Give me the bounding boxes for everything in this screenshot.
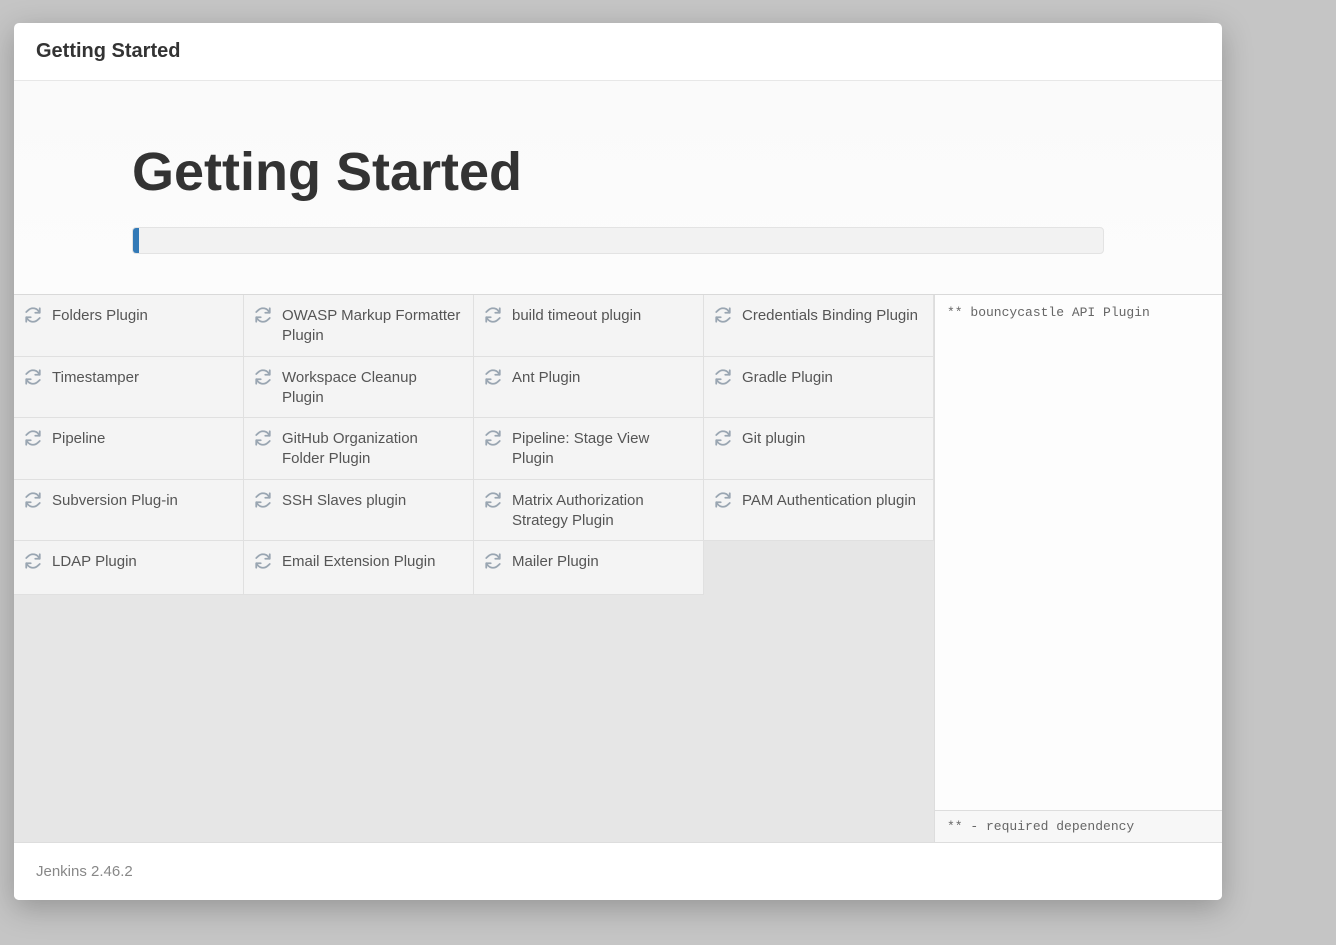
refresh-icon: [714, 368, 732, 386]
refresh-icon: [484, 552, 502, 570]
plugin-grid: Folders Plugin OWASP Markup Formatter Plu…: [14, 295, 934, 842]
install-log-footer: ** - required dependency: [935, 810, 1222, 842]
refresh-icon: [484, 491, 502, 509]
plugin-name: PAM Authentication plugin: [742, 489, 916, 511]
refresh-icon: [714, 491, 732, 509]
refresh-icon: [254, 306, 272, 324]
plugin-name: Matrix Authorization Strategy Plugin: [512, 489, 691, 532]
refresh-icon: [254, 429, 272, 447]
modal-title: Getting Started: [36, 40, 1200, 63]
body-area: Folders Plugin OWASP Markup Formatter Plu…: [14, 295, 1222, 843]
plugin-name: build timeout plugin: [512, 304, 641, 326]
refresh-icon: [714, 429, 732, 447]
plugin-name: Gradle Plugin: [742, 366, 833, 388]
plugin-cell: PAM Authentication plugin: [704, 480, 934, 542]
plugin-cell: SSH Slaves plugin: [244, 480, 474, 542]
refresh-icon: [24, 368, 42, 386]
refresh-icon: [24, 552, 42, 570]
modal-footer: Jenkins 2.46.2: [14, 843, 1222, 900]
plugin-name: OWASP Markup Formatter Plugin: [282, 304, 461, 347]
plugin-name: GitHub Organization Folder Plugin: [282, 427, 461, 470]
plugin-name: LDAP Plugin: [52, 550, 137, 572]
plugin-cell: Pipeline: [14, 418, 244, 480]
plugin-name: Pipeline: [52, 427, 105, 449]
plugin-cell: Git plugin: [704, 418, 934, 480]
refresh-icon: [24, 491, 42, 509]
plugin-cell: Timestamper: [14, 357, 244, 419]
plugin-cell: Folders Plugin: [14, 295, 244, 357]
refresh-icon: [24, 429, 42, 447]
plugin-cell: Matrix Authorization Strategy Plugin: [474, 480, 704, 542]
plugin-name: Workspace Cleanup Plugin: [282, 366, 461, 409]
hero-section: Getting Started: [14, 81, 1222, 295]
plugin-cell: Gradle Plugin: [704, 357, 934, 419]
plugin-name: SSH Slaves plugin: [282, 489, 406, 511]
plugin-cell: Ant Plugin: [474, 357, 704, 419]
install-progress-fill: [133, 228, 139, 253]
plugin-name: Subversion Plug-in: [52, 489, 178, 511]
refresh-icon: [254, 491, 272, 509]
modal-header: Getting Started: [14, 23, 1222, 81]
setup-wizard-modal: Getting Started Getting Started Folders …: [14, 23, 1222, 900]
refresh-icon: [484, 368, 502, 386]
refresh-icon: [484, 306, 502, 324]
plugin-name: Timestamper: [52, 366, 139, 388]
plugin-cell: LDAP Plugin: [14, 541, 244, 595]
plugin-cell: Mailer Plugin: [474, 541, 704, 595]
install-log-panel: ** bouncycastle API Plugin ** - required…: [934, 295, 1222, 842]
plugin-name: Pipeline: Stage View Plugin: [512, 427, 691, 470]
hero-title: Getting Started: [132, 141, 1104, 203]
plugin-cell: Subversion Plug-in: [14, 480, 244, 542]
plugin-name: Email Extension Plugin: [282, 550, 435, 572]
plugin-name: Folders Plugin: [52, 304, 148, 326]
refresh-icon: [254, 368, 272, 386]
refresh-icon: [254, 552, 272, 570]
plugin-cell: GitHub Organization Folder Plugin: [244, 418, 474, 480]
install-progress-bar: [132, 227, 1104, 254]
plugin-cell: Workspace Cleanup Plugin: [244, 357, 474, 419]
refresh-icon: [484, 429, 502, 447]
jenkins-version: Jenkins 2.46.2: [36, 863, 133, 880]
plugin-name: Ant Plugin: [512, 366, 580, 388]
plugin-cell: Pipeline: Stage View Plugin: [474, 418, 704, 480]
plugin-name: Git plugin: [742, 427, 805, 449]
refresh-icon: [714, 306, 732, 324]
plugin-cell: Email Extension Plugin: [244, 541, 474, 595]
plugin-name: Credentials Binding Plugin: [742, 304, 918, 326]
refresh-icon: [24, 306, 42, 324]
install-log-body: ** bouncycastle API Plugin: [935, 295, 1222, 810]
plugin-cell: build timeout plugin: [474, 295, 704, 357]
plugin-name: Mailer Plugin: [512, 550, 599, 572]
plugin-cell: OWASP Markup Formatter Plugin: [244, 295, 474, 357]
plugin-cell: Credentials Binding Plugin: [704, 295, 934, 357]
